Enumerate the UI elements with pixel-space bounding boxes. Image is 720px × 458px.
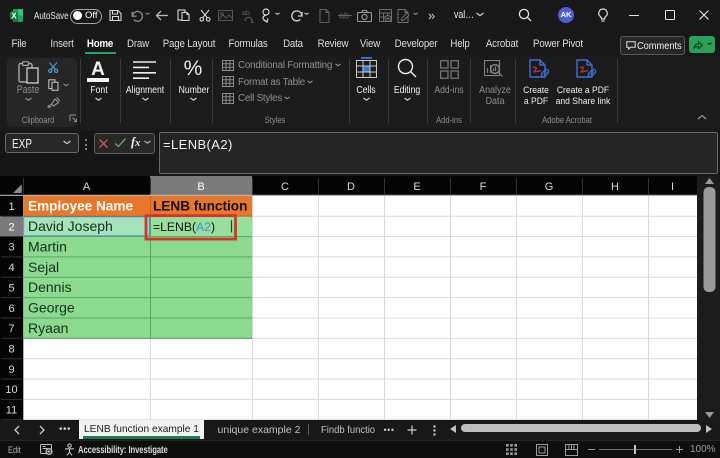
svg-text:LENB function: LENB function <box>153 199 247 214</box>
svg-text:Martin: Martin <box>28 239 67 255</box>
svg-text:9: 9 <box>8 364 14 376</box>
svg-text:8: 8 <box>8 344 14 356</box>
svg-text:3: 3 <box>8 242 14 254</box>
svg-text:Sejal: Sejal <box>28 259 59 275</box>
svg-text:2: 2 <box>8 221 14 233</box>
svg-text:X: X <box>11 12 17 21</box>
svg-text:David Joseph: David Joseph <box>28 218 113 234</box>
svg-text:Ryaan: Ryaan <box>28 320 68 336</box>
svg-text:ab: ab <box>242 10 250 17</box>
svg-text:D: D <box>347 181 355 193</box>
svg-text:B: B <box>197 181 204 193</box>
svg-text:Dennis: Dennis <box>28 279 72 295</box>
svg-text:=LENB(A2): =LENB(A2) <box>153 220 215 234</box>
svg-text:Employee Name: Employee Name <box>28 199 133 214</box>
svg-text:10: 10 <box>5 384 17 396</box>
svg-text:George: George <box>28 300 75 316</box>
svg-text:F: F <box>480 181 487 193</box>
svg-text:6: 6 <box>8 303 14 315</box>
svg-text:E: E <box>413 181 420 193</box>
svg-text:A: A <box>83 181 91 193</box>
svg-text:G: G <box>545 181 554 193</box>
svg-text:I: I <box>671 181 674 193</box>
svg-text:H: H <box>611 181 619 193</box>
svg-text:5: 5 <box>8 282 14 294</box>
svg-text:C: C <box>281 181 289 193</box>
svg-text:1: 1 <box>8 201 14 213</box>
svg-text:11: 11 <box>6 405 17 417</box>
svg-text:4: 4 <box>8 262 14 274</box>
svg-text:7: 7 <box>8 323 14 335</box>
